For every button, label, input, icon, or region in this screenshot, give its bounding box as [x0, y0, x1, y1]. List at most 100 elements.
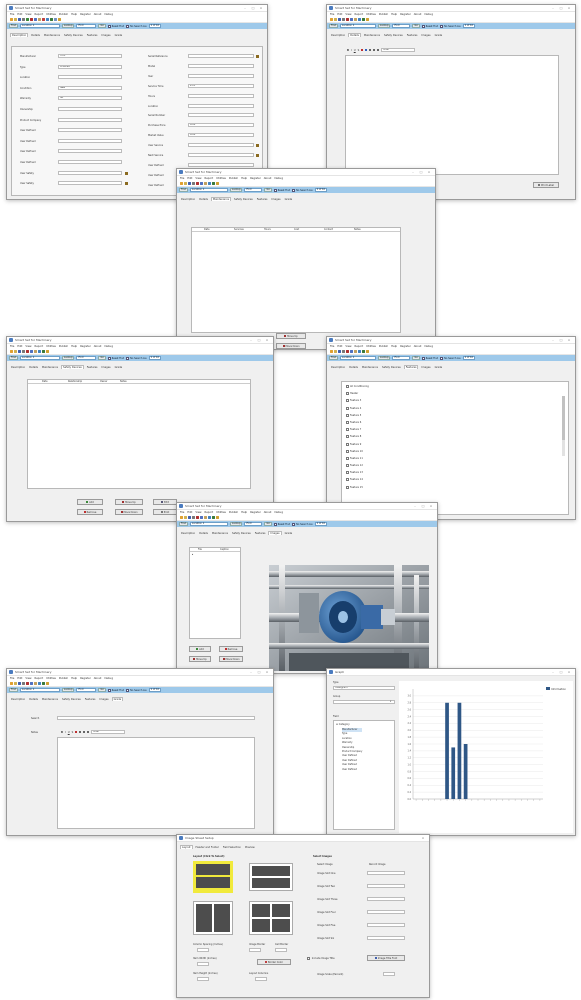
print-icon[interactable]: [342, 350, 345, 353]
menu-register[interactable]: Register: [250, 177, 261, 180]
safety-grid[interactable]: Date Relationship Owner Notes: [27, 379, 251, 489]
tab-maintenance[interactable]: Maintenance: [43, 34, 61, 37]
paste-icon[interactable]: [38, 18, 41, 21]
feature-checkbox[interactable]: [346, 428, 349, 432]
tab-grade[interactable]: Grade: [434, 366, 444, 369]
help-icon[interactable]: [26, 18, 29, 21]
tab-safety-devices[interactable]: Safety Devices: [63, 34, 84, 37]
tab-details[interactable]: Details: [30, 34, 41, 37]
feature-item[interactable]: Feature 5: [346, 413, 369, 421]
no-search-checkbox[interactable]: No Search Lie: [126, 688, 147, 692]
field-input[interactable]: [58, 128, 122, 133]
go-button[interactable]: Go: [98, 356, 106, 360]
menu-report[interactable]: Report: [35, 13, 44, 16]
maximize-button[interactable]: □: [249, 6, 257, 10]
field-input[interactable]: [58, 138, 122, 143]
open-icon[interactable]: [334, 350, 337, 353]
tab-description[interactable]: Description: [180, 532, 196, 535]
find-input[interactable]: Find: [76, 688, 97, 692]
no-search-checkbox[interactable]: No Search Lie: [126, 356, 147, 360]
menu-publish[interactable]: Publish: [379, 13, 388, 16]
menu-edit[interactable]: Edit: [17, 345, 22, 348]
print-icon[interactable]: [22, 350, 25, 353]
feature-item[interactable]: Heater: [346, 392, 369, 399]
align-center-icon[interactable]: [83, 731, 86, 733]
tab-grade[interactable]: Grade: [434, 34, 444, 37]
report-icon[interactable]: [362, 350, 365, 353]
chart-icon[interactable]: [208, 182, 211, 185]
copy-icon[interactable]: [350, 350, 353, 353]
safety-remove-button[interactable]: Remove: [77, 509, 103, 515]
feature-checkbox[interactable]: [346, 420, 349, 424]
menu-debug[interactable]: Debug: [104, 677, 113, 680]
italic-icon[interactable]: I: [65, 731, 66, 734]
cut-icon[interactable]: [26, 682, 29, 685]
cut-icon[interactable]: [30, 18, 33, 21]
menu-about[interactable]: About: [264, 511, 272, 514]
menu-help[interactable]: Help: [71, 13, 77, 16]
col-services[interactable]: Services: [234, 228, 264, 231]
search-input[interactable]: Location 1: [189, 188, 228, 192]
field-input[interactable]: 0.00: [188, 123, 254, 128]
color-red-icon[interactable]: [361, 49, 364, 51]
pencil-icon[interactable]: [125, 171, 128, 175]
find-mode-label[interactable]: Find: [329, 24, 338, 28]
minimize-button[interactable]: –: [549, 338, 557, 342]
print-icon[interactable]: [342, 18, 345, 21]
tab-safety-devices[interactable]: Safety Devices: [231, 532, 252, 535]
no-search-checkbox[interactable]: No Search Lie: [292, 522, 313, 526]
scale-input[interactable]: [383, 972, 395, 976]
feature-checkbox[interactable]: [346, 449, 349, 453]
menu-view[interactable]: View: [345, 345, 351, 348]
menu-help[interactable]: Help: [241, 511, 247, 514]
menu-file[interactable]: File: [330, 345, 334, 348]
paste-icon[interactable]: [354, 18, 357, 21]
image-slot-input[interactable]: [367, 910, 405, 914]
menu-register[interactable]: Register: [250, 511, 261, 514]
report-icon[interactable]: [362, 18, 365, 21]
feature-checkbox[interactable]: [346, 392, 349, 396]
pencil-icon[interactable]: [125, 182, 128, 186]
col-hours[interactable]: Hours: [264, 228, 294, 231]
lookup-button[interactable]: Lookup: [61, 24, 75, 28]
tab-maintenance[interactable]: Maintenance: [363, 34, 381, 37]
save-icon[interactable]: [338, 18, 341, 21]
layout-option-4[interactable]: [249, 901, 293, 935]
field-input[interactable]: [188, 113, 254, 118]
tab-features[interactable]: Features: [406, 34, 419, 37]
tab-grade[interactable]: Grade: [284, 198, 294, 201]
reset-find-checkbox[interactable]: Reset Find: [107, 24, 124, 28]
question-icon[interactable]: [366, 350, 369, 353]
menu-debug[interactable]: Debug: [104, 13, 113, 16]
safety-move-down-button[interactable]: Move Down: [115, 509, 143, 515]
feature-checkbox[interactable]: [346, 456, 349, 460]
feature-item[interactable]: Feature 10: [346, 449, 369, 457]
close-button[interactable]: ×: [263, 338, 271, 342]
feature-item[interactable]: Feature 4: [346, 406, 369, 414]
safety-add-button[interactable]: Add: [77, 499, 103, 505]
menu-utilities[interactable]: Utilities: [216, 511, 226, 514]
tab-images[interactable]: Images: [100, 34, 111, 37]
align-center-icon[interactable]: [373, 49, 376, 51]
reset-find-checkbox[interactable]: Reset Find: [107, 688, 124, 692]
close-button[interactable]: ×: [257, 6, 265, 10]
cut-icon[interactable]: [346, 350, 349, 353]
go-button[interactable]: Go: [412, 24, 420, 28]
feature-checkbox[interactable]: [346, 406, 349, 410]
menu-publish[interactable]: Publish: [59, 345, 68, 348]
menu-register[interactable]: Register: [400, 13, 411, 16]
lookup-button[interactable]: Lookup: [229, 188, 243, 192]
feature-item[interactable]: Feature 3: [346, 399, 369, 406]
field-input[interactable]: [58, 181, 122, 186]
field-input[interactable]: [58, 149, 122, 154]
search-input[interactable]: Location 1: [339, 356, 376, 360]
minimize-button[interactable]: –: [241, 6, 249, 10]
copy-icon[interactable]: [200, 516, 203, 519]
menu-report[interactable]: Report: [205, 511, 214, 514]
find-input[interactable]: Find: [76, 356, 97, 360]
cut-icon[interactable]: [196, 182, 199, 185]
close-button[interactable]: ×: [427, 504, 435, 508]
image-slot-input[interactable]: [367, 871, 405, 875]
feature-item[interactable]: Feature 12: [346, 464, 369, 471]
field-input[interactable]: [58, 160, 122, 164]
